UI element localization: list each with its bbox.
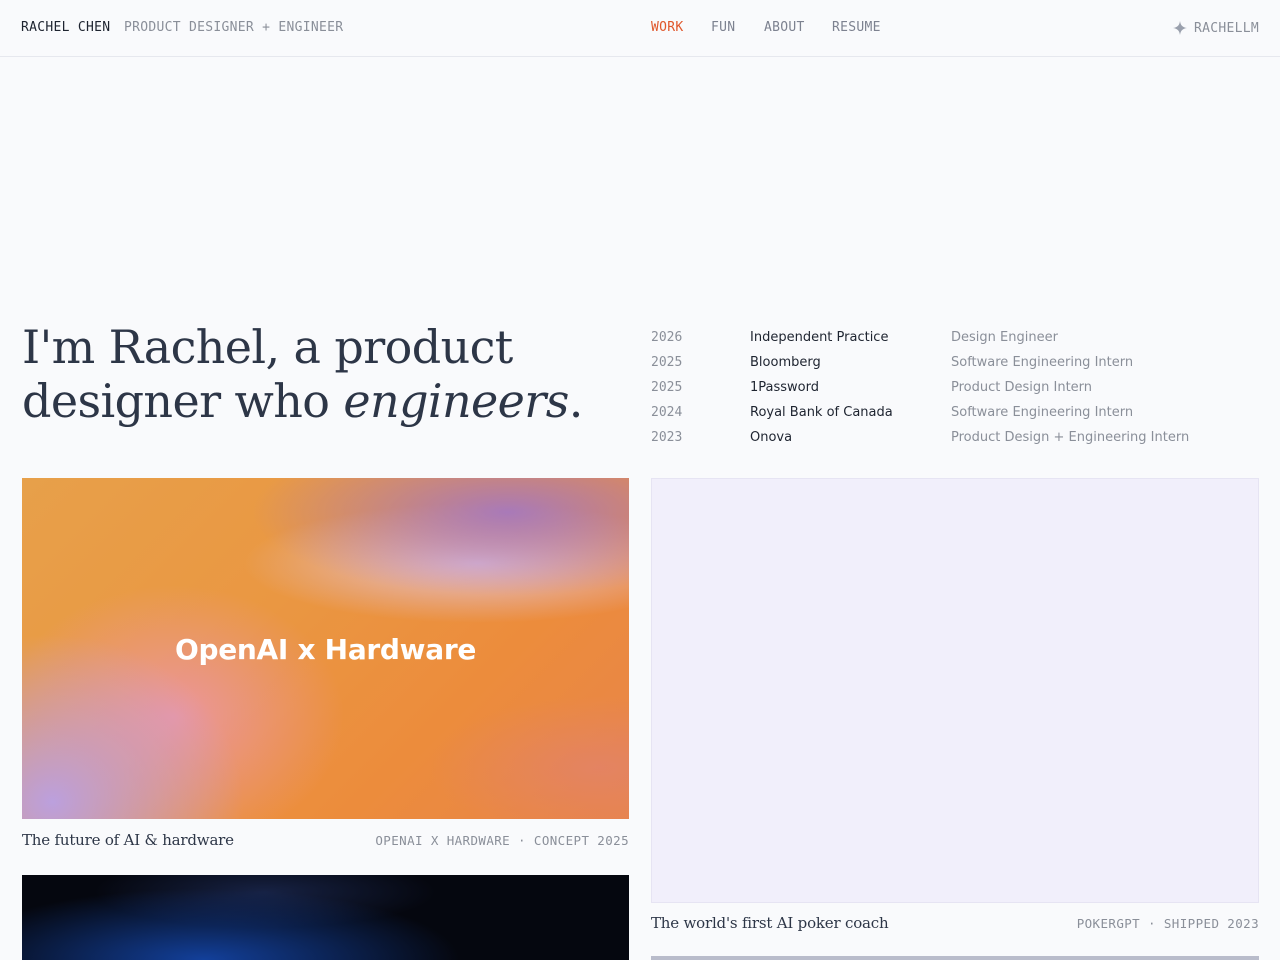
timeline-role: Software Engineering Intern xyxy=(951,405,1134,420)
project-card-openai-hardware[interactable]: OpenAI x Hardware xyxy=(22,478,629,819)
timeline-year: 2025 xyxy=(651,380,683,395)
timeline-row: 2026 Independent Practice Design Enginee… xyxy=(651,328,1259,353)
project-card-next-right[interactable] xyxy=(651,956,1259,960)
nav-resume[interactable]: RESUME xyxy=(832,20,881,35)
hero-line-2: designer who engineers. xyxy=(22,374,622,428)
sparkle-icon xyxy=(1172,21,1187,35)
project-meta: OPENAI X HARDWARE · CONCEPT 2025 xyxy=(375,833,629,848)
project-card-next[interactable] xyxy=(22,875,629,960)
project-caption[interactable]: The world's first AI poker coach xyxy=(651,914,889,932)
experience-timeline: 2026 Independent Practice Design Enginee… xyxy=(651,328,1259,453)
timeline-year: 2024 xyxy=(651,405,683,420)
nav-about[interactable]: ABOUT xyxy=(764,20,805,35)
timeline-row: 2024 Royal Bank of Canada Software Engin… xyxy=(651,403,1259,428)
timeline-company: Independent Practice xyxy=(750,330,889,345)
timeline-company: Onova xyxy=(750,430,793,445)
project-image-title: OpenAI x Hardware xyxy=(174,633,477,666)
timeline-role: Design Engineer xyxy=(951,330,1058,345)
project-meta: POKERGPT · SHIPPED 2023 xyxy=(1076,916,1259,931)
timeline-company: Bloomberg xyxy=(750,355,821,370)
timeline-row: 2025 1Password Product Design Intern xyxy=(651,378,1259,403)
timeline-role: Software Engineering Intern xyxy=(951,355,1134,370)
brand-name[interactable]: RACHEL CHEN xyxy=(21,20,110,35)
timeline-role: Product Design Intern xyxy=(951,380,1093,395)
project-caption[interactable]: The future of AI & hardware xyxy=(22,831,234,849)
timeline-year: 2026 xyxy=(651,330,683,345)
project-card-pokergpt[interactable] xyxy=(651,478,1259,903)
timeline-row: 2025 Bloomberg Software Engineering Inte… xyxy=(651,353,1259,378)
nav-fun[interactable]: FUN xyxy=(711,20,735,35)
hero-italic-word: engineers xyxy=(343,374,569,428)
nav-work[interactable]: WORK xyxy=(651,20,684,35)
timeline-role: Product Design + Engineering Intern xyxy=(951,430,1190,445)
rachellm-button[interactable]: RACHELLM xyxy=(1172,20,1259,36)
timeline-row: 2023 Onova Product Design + Engineering … xyxy=(651,428,1259,453)
hero-line-2-prefix: designer who xyxy=(22,374,344,428)
rachellm-label: RACHELLM xyxy=(1193,20,1259,36)
timeline-year: 2025 xyxy=(651,355,683,370)
hero-line-2-suffix: . xyxy=(568,374,584,428)
brand-tagline: PRODUCT DESIGNER + ENGINEER xyxy=(124,20,344,35)
hero-line-1: I'm Rachel, a product xyxy=(22,320,513,374)
hero-heading: I'm Rachel, a product designer who engin… xyxy=(22,320,622,428)
timeline-company: Royal Bank of Canada xyxy=(750,405,893,420)
timeline-company: 1Password xyxy=(750,380,819,395)
timeline-year: 2023 xyxy=(651,430,683,445)
site-header: RACHEL CHEN PRODUCT DESIGNER + ENGINEER … xyxy=(0,0,1280,57)
